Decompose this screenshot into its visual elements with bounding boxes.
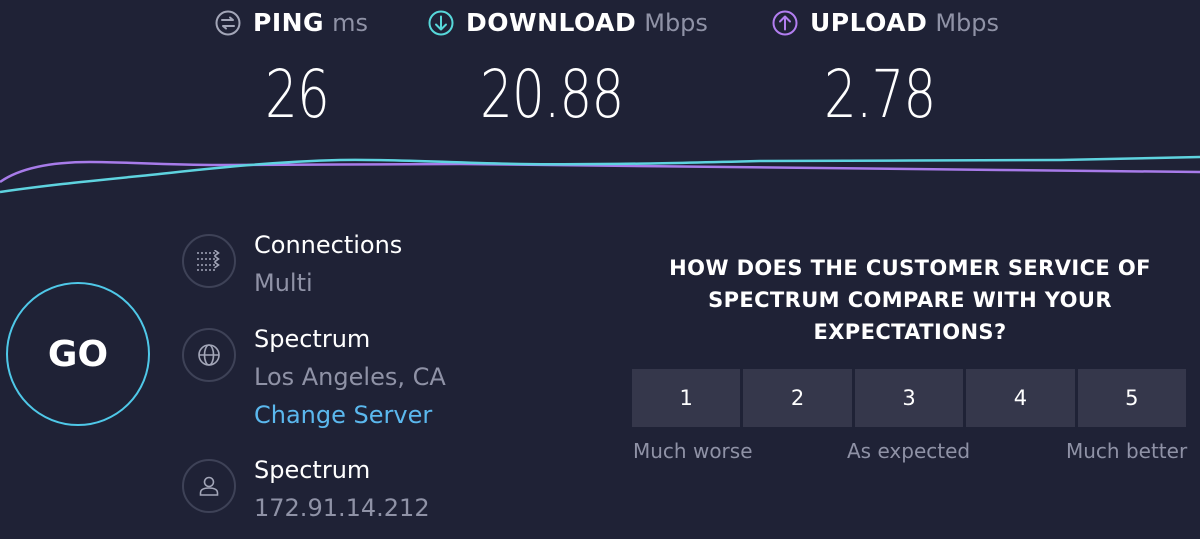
change-server-link[interactable]: Change Server bbox=[254, 398, 446, 432]
download-unit: Mbps bbox=[644, 9, 708, 37]
download-arrow-icon bbox=[428, 10, 454, 35]
server-row: Spectrum Los Angeles, CA Change Server bbox=[182, 325, 446, 432]
scale-high-label: Much better bbox=[1066, 439, 1188, 463]
ping-unit: ms bbox=[332, 9, 368, 37]
server-name: Spectrum bbox=[254, 325, 371, 353]
rating-option-2[interactable]: 2 bbox=[743, 369, 852, 427]
connections-arrows-icon bbox=[197, 250, 220, 271]
connections-icon-wrap[interactable] bbox=[182, 234, 236, 288]
provider-row: Spectrum 172.91.14.212 bbox=[182, 456, 430, 529]
go-button[interactable]: GO bbox=[6, 282, 150, 426]
connections-title: Connections bbox=[254, 231, 403, 259]
scale-low-label: Much worse bbox=[633, 439, 753, 463]
user-icon bbox=[199, 476, 219, 496]
provider-text: Spectrum 172.91.14.212 bbox=[254, 453, 430, 529]
download-label: DOWNLOAD bbox=[466, 8, 637, 37]
connections-text: Connections Multi bbox=[254, 228, 402, 304]
ping-header: PING ms bbox=[215, 8, 368, 37]
upload-header: UPLOAD Mbps bbox=[772, 8, 999, 37]
upload-label: UPLOAD bbox=[810, 8, 928, 37]
upload-value: 2.78 bbox=[824, 56, 936, 133]
ip-address: 172.91.14.212 bbox=[254, 494, 430, 522]
globe-icon bbox=[198, 344, 220, 366]
download-graph-line bbox=[0, 155, 1200, 194]
rating-option-4[interactable]: 4 bbox=[966, 369, 1075, 427]
ping-value: 26 bbox=[265, 56, 330, 133]
download-metric: DOWNLOAD Mbps 20.88 bbox=[428, 8, 708, 133]
rating-option-3[interactable]: 3 bbox=[854, 369, 964, 427]
ping-icon bbox=[215, 10, 241, 35]
download-value: 20.88 bbox=[480, 56, 624, 133]
ping-metric: PING ms 26 bbox=[215, 8, 368, 133]
rating-option-1[interactable]: 1 bbox=[632, 369, 741, 427]
provider-icon-wrap bbox=[182, 459, 236, 513]
server-icon-wrap bbox=[182, 328, 236, 382]
survey-question: HOW DOES THE CUSTOMER SERVICE OF SPECTRU… bbox=[669, 256, 1151, 344]
download-header: DOWNLOAD Mbps bbox=[428, 8, 708, 37]
upload-arrow-icon bbox=[772, 10, 798, 35]
server-text: Spectrum Los Angeles, CA Change Server bbox=[254, 322, 446, 432]
rating-bar: 1 2 3 4 5 bbox=[632, 369, 1187, 427]
upload-unit: Mbps bbox=[935, 9, 1000, 37]
provider-name: Spectrum bbox=[254, 456, 371, 484]
connections-value: Multi bbox=[254, 269, 313, 297]
connections-row[interactable]: Connections Multi bbox=[182, 231, 402, 304]
rating-option-5[interactable]: 5 bbox=[1077, 369, 1187, 427]
ping-label: PING bbox=[253, 8, 325, 37]
scale-mid-label: As expected bbox=[847, 439, 971, 463]
speed-graph bbox=[0, 155, 1200, 194]
server-location: Los Angeles, CA bbox=[254, 363, 446, 391]
upload-metric: UPLOAD Mbps 2.78 bbox=[772, 8, 999, 133]
